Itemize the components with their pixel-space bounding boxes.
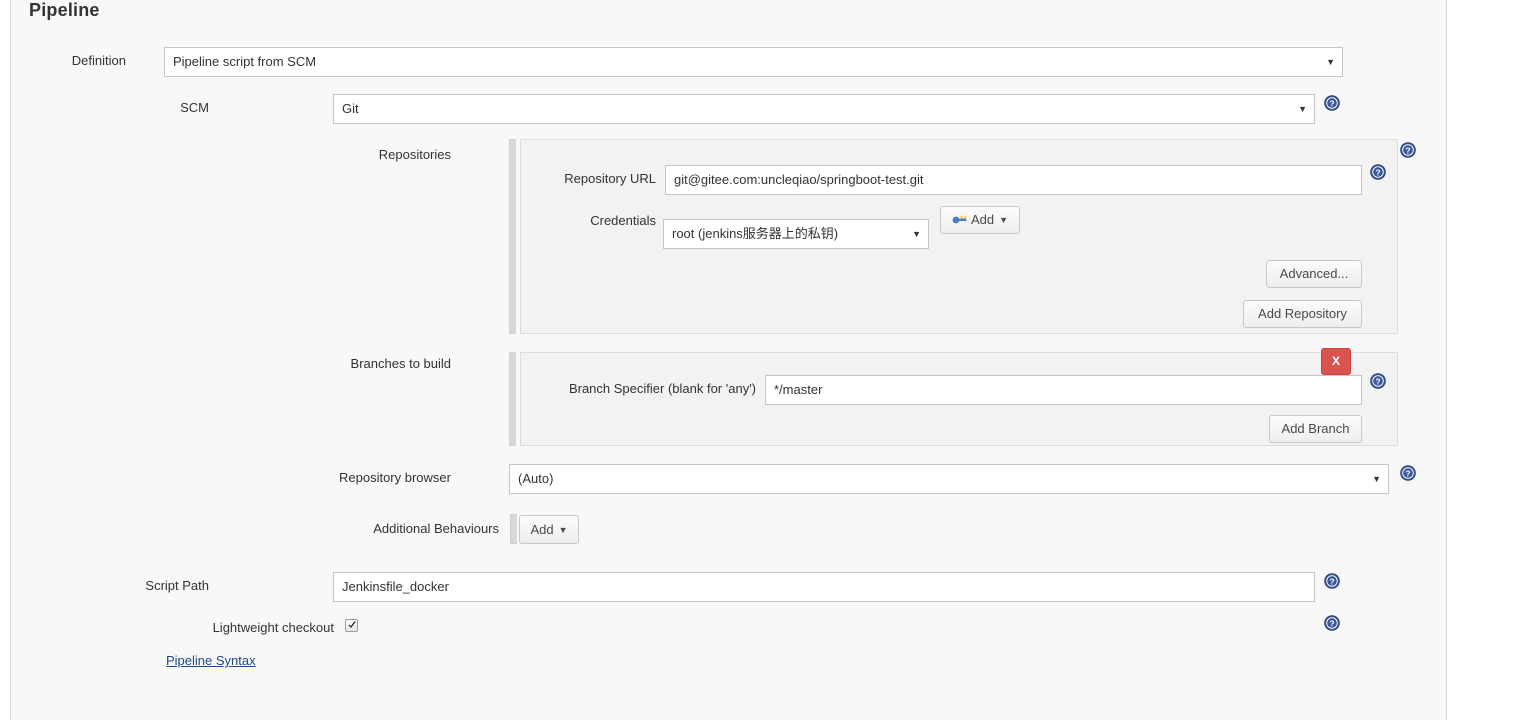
repository-browser-select[interactable]: (Auto) ▼ xyxy=(509,464,1389,494)
svg-text:?: ? xyxy=(1405,469,1410,479)
help-icon[interactable]: ? xyxy=(1400,142,1416,158)
branches-to-build-label: Branches to build xyxy=(251,356,451,371)
scm-label: SCM xyxy=(121,100,209,115)
repository-url-input[interactable]: git@gitee.com:uncleqiao/springboot-test.… xyxy=(665,165,1362,195)
definition-label: Definition xyxy=(11,53,126,68)
help-icon[interactable]: ? xyxy=(1324,95,1340,111)
repository-url-label: Repository URL xyxy=(521,171,656,186)
svg-text:?: ? xyxy=(1329,577,1334,587)
chevron-down-icon: ▼ xyxy=(1298,95,1307,123)
script-path-value: Jenkinsfile_docker xyxy=(342,573,1306,601)
key-icon xyxy=(952,213,968,225)
add-branch-button[interactable]: Add Branch xyxy=(1269,415,1362,443)
scm-select[interactable]: Git ▼ xyxy=(333,94,1315,124)
config-panel: Pipeline Definition Pipeline script from… xyxy=(10,0,1447,720)
help-icon[interactable]: ? xyxy=(1400,465,1416,481)
scm-select-value: Git xyxy=(342,95,1292,123)
help-icon[interactable]: ? xyxy=(1370,373,1386,389)
repository-browser-label: Repository browser xyxy=(251,470,451,485)
chevron-down-icon: ▼ xyxy=(999,215,1008,225)
repository-url-value: git@gitee.com:uncleqiao/springboot-test.… xyxy=(674,166,1353,194)
lightweight-checkout-label: Lightweight checkout xyxy=(81,620,334,635)
branch-specifier-label: Branch Specifier (blank for 'any') xyxy=(521,381,756,396)
svg-text:?: ? xyxy=(1329,99,1334,109)
credentials-select-value: root (jenkins服务器上的私钥) xyxy=(672,220,906,248)
definition-select-value: Pipeline script from SCM xyxy=(173,48,1320,76)
svg-text:?: ? xyxy=(1375,168,1380,178)
script-path-input[interactable]: Jenkinsfile_docker xyxy=(333,572,1315,602)
add-credentials-button[interactable]: Add ▼ xyxy=(940,206,1020,234)
help-icon[interactable]: ? xyxy=(1370,164,1386,180)
chevron-down-icon: ▼ xyxy=(559,525,568,535)
credentials-label: Credentials xyxy=(521,213,656,228)
delete-branch-button[interactable]: X xyxy=(1321,348,1351,375)
add-behaviour-label: Add xyxy=(530,522,553,537)
chevron-down-icon: ▼ xyxy=(1326,48,1335,76)
svg-text:?: ? xyxy=(1375,377,1380,387)
add-credentials-label: Add xyxy=(971,212,994,227)
repositories-drag-handle[interactable] xyxy=(509,139,516,334)
chevron-down-icon: ▼ xyxy=(912,220,921,248)
help-icon[interactable]: ? xyxy=(1324,615,1340,631)
definition-select[interactable]: Pipeline script from SCM ▼ xyxy=(164,47,1343,77)
add-behaviour-button[interactable]: Add ▼ xyxy=(519,515,579,544)
pipeline-syntax-link[interactable]: Pipeline Syntax xyxy=(166,653,256,668)
script-path-label: Script Path xyxy=(81,578,209,593)
svg-text:?: ? xyxy=(1405,146,1410,156)
advanced-button[interactable]: Advanced... xyxy=(1266,260,1362,288)
page-title: Pipeline xyxy=(29,0,100,21)
lightweight-checkout-checkbox[interactable] xyxy=(345,619,358,632)
chevron-down-icon: ▼ xyxy=(1372,465,1381,493)
branch-specifier-value: */master xyxy=(774,376,1353,404)
help-icon[interactable]: ? xyxy=(1324,573,1340,589)
additional-behaviours-drag-handle[interactable] xyxy=(510,514,517,544)
credentials-select[interactable]: root (jenkins服务器上的私钥) ▼ xyxy=(663,219,929,249)
repositories-block: Repository URL git@gitee.com:uncleqiao/s… xyxy=(520,139,1398,334)
repository-browser-value: (Auto) xyxy=(518,465,1366,493)
repositories-label: Repositories xyxy=(251,147,451,162)
additional-behaviours-label: Additional Behaviours xyxy=(251,521,499,536)
check-icon xyxy=(347,620,358,631)
add-repository-button[interactable]: Add Repository xyxy=(1243,300,1362,328)
svg-text:?: ? xyxy=(1329,619,1334,629)
branches-block: X Branch Specifier (blank for 'any') */m… xyxy=(520,352,1398,446)
branch-specifier-input[interactable]: */master xyxy=(765,375,1362,405)
branches-drag-handle[interactable] xyxy=(509,352,516,446)
jenkins-pipeline-config-page: Pipeline Definition Pipeline script from… xyxy=(0,0,1513,720)
